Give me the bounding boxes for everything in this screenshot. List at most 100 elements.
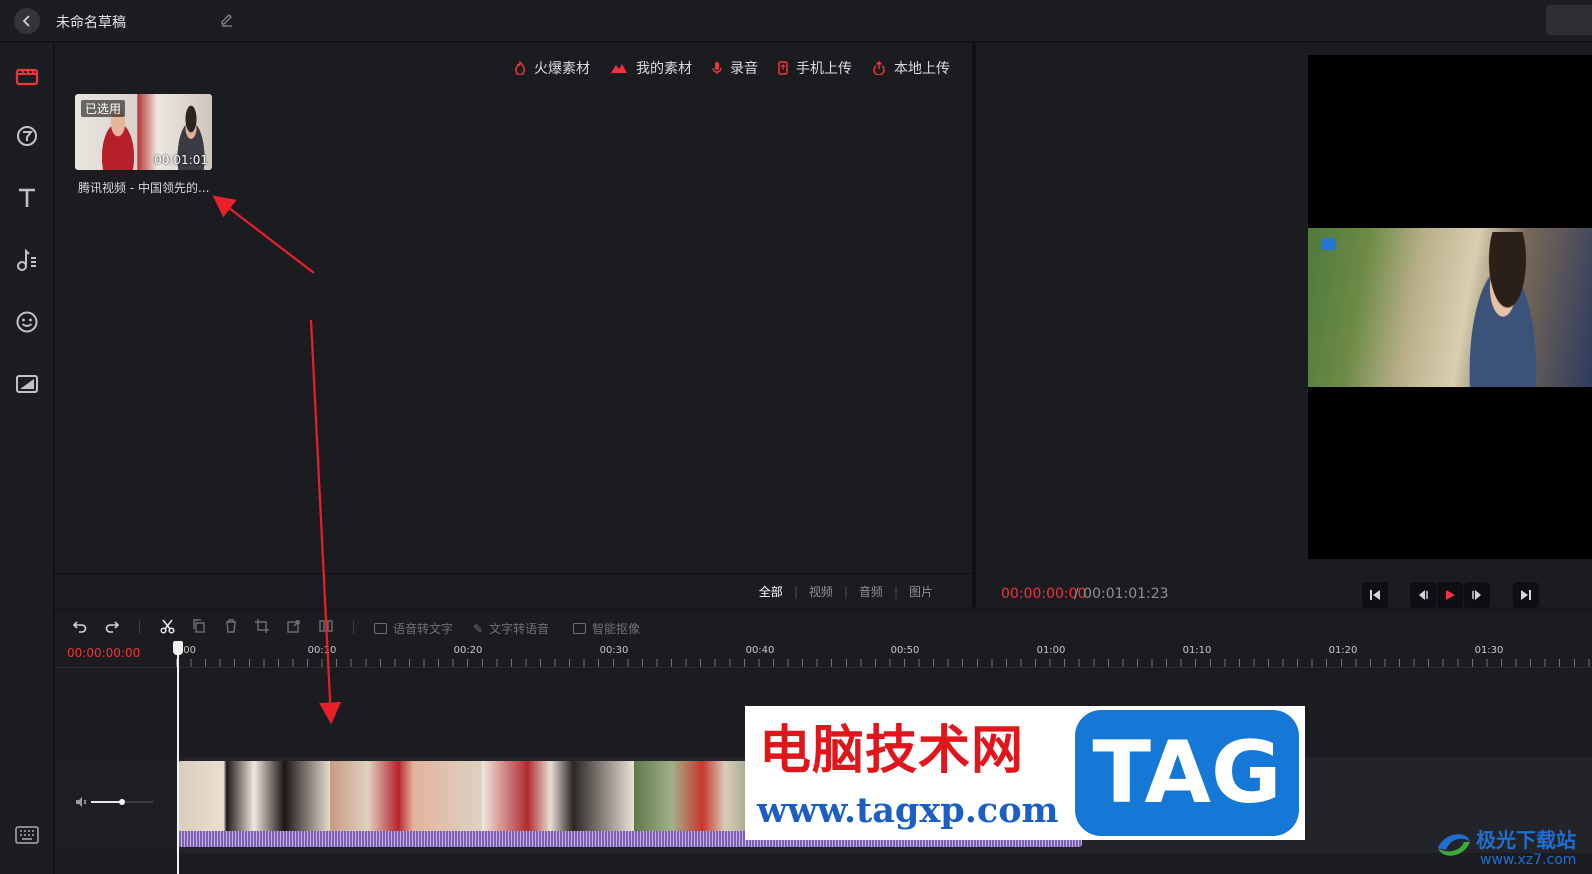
crop-button[interactable] — [253, 617, 271, 635]
tab-phone-upload[interactable]: 手机上传 — [778, 58, 852, 78]
media-item[interactable]: 已选用 00:01:01 — [75, 94, 212, 170]
tab-label: 录音 — [730, 61, 758, 77]
volume-knob[interactable] — [119, 799, 125, 805]
tab-label: 手机上传 — [796, 61, 852, 77]
skip-to-end-button[interactable] — [1513, 582, 1539, 608]
bars-icon — [319, 620, 333, 632]
keyboard-icon[interactable] — [15, 826, 39, 844]
media-thumbnail: 已选用 00:01:01 — [75, 94, 212, 170]
volume-slider[interactable] — [91, 799, 153, 805]
ruler-label: 00:10 — [307, 645, 337, 656]
trash-icon — [226, 619, 236, 633]
redo-button[interactable] — [103, 617, 121, 635]
filter-image[interactable]: 图片 — [898, 583, 944, 600]
copy-button[interactable] — [190, 617, 208, 635]
undo-icon — [73, 621, 87, 633]
back-button[interactable] — [14, 8, 40, 34]
watermark-title: 电脑技术网 — [759, 720, 1025, 781]
total-time: / 00:01:01:23 — [1074, 586, 1169, 602]
top-bar — [0, 0, 1592, 42]
speech-to-text-button[interactable]: 语音转文字 — [374, 620, 453, 637]
mountain-icon — [610, 62, 628, 74]
ruler-divider — [55, 667, 1592, 668]
tab-record[interactable]: 录音 — [712, 58, 758, 78]
undo-button[interactable] — [71, 617, 89, 635]
timeline-timecode: 00:00:00:00 — [67, 646, 141, 660]
watermark-url: www.tagxp.com — [757, 790, 1059, 831]
playhead-line — [177, 648, 179, 874]
upload-icon — [872, 61, 886, 75]
tab-hot-materials[interactable]: 火爆素材 — [514, 58, 590, 78]
tab-local-upload[interactable]: 本地上传 — [872, 58, 950, 78]
export-button[interactable] — [1546, 5, 1592, 35]
video-player[interactable] — [1308, 55, 1592, 559]
media-name: 腾讯视频 - 中国领先的... — [78, 181, 210, 195]
play-icon — [1446, 590, 1455, 600]
ruler-label: 00:20 — [453, 645, 483, 656]
redo-icon — [105, 621, 119, 633]
crop-icon — [255, 619, 269, 633]
skip-start-icon — [1370, 590, 1380, 600]
ruler-label: 00:50 — [890, 645, 920, 656]
tab-label: 我的素材 — [636, 61, 692, 77]
music-icon[interactable] — [14, 247, 40, 273]
media-duration: 00:01:01 — [154, 153, 208, 167]
next-frame-button[interactable] — [1464, 582, 1490, 608]
subtitle-icon — [374, 623, 387, 634]
freeze-button[interactable] — [317, 617, 335, 635]
ruler-label: 01:10 — [1182, 645, 1212, 656]
film-icon[interactable] — [14, 63, 40, 89]
draft-title: 未命名草稿 — [56, 15, 126, 31]
media-panel: 火爆素材 我的素材 录音 手机上传 本地上传 已选用 00:01:01 腾讯视频… — [55, 43, 972, 573]
watermark-overlay: 电脑技术网 www.tagxp.com TAG — [745, 706, 1305, 840]
source-tabs: 火爆素材 我的素材 录音 手机上传 本地上传 — [494, 58, 950, 78]
swirl-logo-icon — [1438, 834, 1470, 856]
video-frame — [1308, 228, 1592, 387]
tab-my-materials[interactable]: 我的素材 — [610, 58, 692, 78]
picture-icon[interactable] — [14, 371, 40, 397]
watermark-tag: TAG — [1075, 710, 1299, 836]
wand-icon: ✎ — [473, 621, 484, 636]
channel-logo — [1322, 238, 1336, 250]
cutout-icon — [573, 623, 586, 634]
copy-icon — [193, 619, 205, 633]
speaker-icon[interactable] — [75, 797, 87, 807]
smart-cutout-button[interactable]: 智能抠像 — [573, 620, 640, 637]
chevron-left-icon — [22, 15, 30, 27]
prev-frame-button[interactable] — [1410, 582, 1436, 608]
text-icon[interactable] — [14, 185, 40, 211]
delete-button[interactable] — [222, 617, 240, 635]
ruler-label: 00:40 — [745, 645, 775, 656]
playhead-handle[interactable] — [173, 641, 183, 655]
volume-fill — [91, 801, 122, 803]
track-header — [55, 757, 176, 853]
sidebar — [0, 43, 54, 874]
filter-icon[interactable] — [14, 123, 40, 149]
filter-video[interactable]: 视频 — [798, 583, 844, 600]
tab-label: 火爆素材 — [534, 61, 590, 77]
rotate-button[interactable] — [285, 617, 303, 635]
used-badge: 已选用 — [81, 100, 126, 117]
split-button[interactable] — [158, 617, 176, 635]
skip-end-icon — [1521, 590, 1531, 600]
tab-label: 本地上传 — [894, 61, 950, 77]
filter-all[interactable]: 全部 — [748, 583, 794, 600]
sticker-icon[interactable] — [14, 309, 40, 335]
prev-frame-icon — [1419, 590, 1428, 600]
phone-icon — [778, 61, 788, 75]
text-to-speech-button[interactable]: ✎ 文字转语音 — [473, 620, 549, 637]
filter-audio[interactable]: 音频 — [848, 583, 894, 600]
scissors-icon — [159, 619, 175, 634]
play-button[interactable] — [1437, 582, 1463, 608]
ruler-label: 00:30 — [599, 645, 629, 656]
mic-icon — [712, 61, 722, 75]
skip-to-start-button[interactable] — [1362, 582, 1388, 608]
ruler-ticks — [176, 659, 1592, 667]
rotate-icon — [287, 620, 300, 633]
ruler-label: 01:00 — [1036, 645, 1066, 656]
ruler-label: 01:30 — [1474, 645, 1504, 656]
pencil-icon[interactable] — [219, 12, 235, 28]
ruler-label: 01:20 — [1328, 645, 1358, 656]
time-ruler[interactable]: :00 00:10 00:20 00:30 00:40 00:50 01:00 … — [176, 641, 1592, 667]
next-frame-icon — [1472, 590, 1481, 600]
